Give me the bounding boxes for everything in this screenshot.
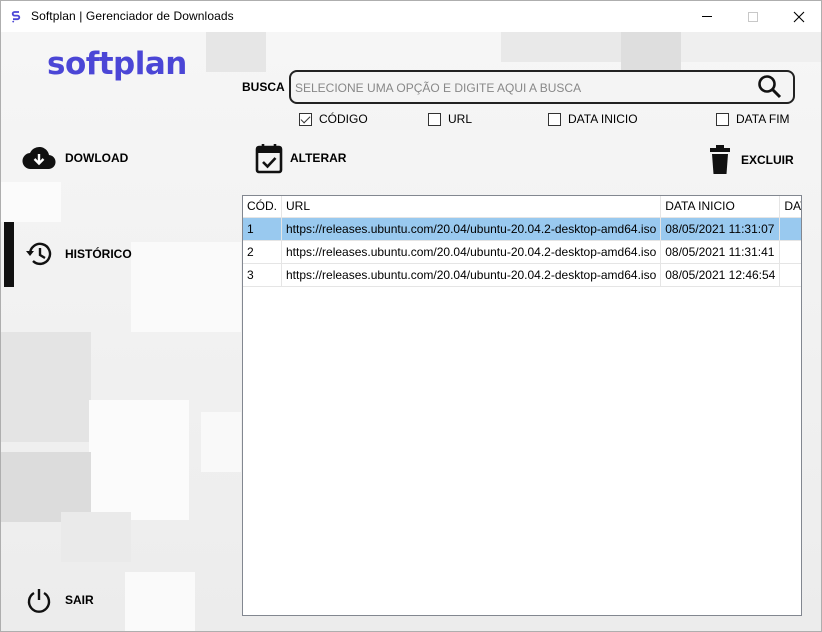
- calendar-check-icon: [254, 142, 284, 174]
- app-window: Softplan | Gerenciador de Downloads soft…: [0, 0, 822, 632]
- nav-download-label: DOWLOAD: [65, 151, 129, 165]
- cloud-download-icon: [21, 143, 57, 173]
- column-header-codigo[interactable]: CÓD.: [243, 196, 282, 218]
- minimize-button[interactable]: [684, 1, 730, 32]
- cell-data-fim: [779, 217, 801, 241]
- nav-history-button[interactable]: HISTÓRICO: [21, 239, 132, 269]
- cell-data-fim: [779, 240, 801, 264]
- background-tile: [1, 332, 91, 442]
- search-icon: [758, 75, 782, 99]
- title-bar: Softplan | Gerenciador de Downloads: [1, 1, 821, 32]
- background-tile: [61, 512, 131, 562]
- column-header-data-fim[interactable]: DATA FIM: [779, 196, 801, 218]
- nav-exit-label: SAIR: [65, 593, 94, 607]
- window-title: Softplan | Gerenciador de Downloads: [31, 9, 234, 23]
- cell-data-inicio: 08/05/2021 11:31:41: [660, 240, 781, 264]
- filter-url-checkbox[interactable]: URL: [428, 112, 472, 126]
- history-icon: [21, 239, 57, 269]
- cell-url: https://releases.ubuntu.com/20.04/ubuntu…: [281, 263, 662, 287]
- cell-data-inicio: 08/05/2021 12:46:54: [660, 263, 781, 287]
- table-row[interactable]: 2 https://releases.ubuntu.com/20.04/ubun…: [243, 240, 801, 264]
- maximize-button[interactable]: [730, 1, 776, 32]
- background-tile: [131, 242, 241, 332]
- power-icon: [21, 585, 57, 615]
- app-logo-icon: [11, 11, 21, 23]
- column-header-data-inicio[interactable]: DATA INICIO: [660, 196, 781, 218]
- background-tile: [206, 32, 266, 72]
- close-button[interactable]: [776, 1, 821, 32]
- cell-data-inicio: 08/05/2021 11:31:07: [660, 217, 781, 241]
- downloads-table[interactable]: CÓD. URL DATA INICIO DATA FIM 1 https://…: [242, 195, 802, 616]
- filter-data-fim-label: DATA FIM: [736, 112, 790, 126]
- downloads-table-grid: CÓD. URL DATA INICIO DATA FIM 1 https://…: [243, 196, 801, 287]
- softplan-logo: softplan: [47, 46, 187, 82]
- search-button[interactable]: [755, 74, 785, 100]
- filter-codigo-checkbox[interactable]: CÓDIGO: [299, 112, 368, 126]
- column-header-url[interactable]: URL: [281, 196, 662, 218]
- close-icon: [793, 11, 805, 22]
- minimize-icon: [702, 16, 712, 17]
- background-tile: [501, 32, 621, 62]
- cell-data-fim: [779, 263, 801, 287]
- filter-url-label: URL: [448, 112, 473, 126]
- main-client-area: softplan DOWLOAD HISTÓRICO SAIR BUSCA SE…: [1, 32, 821, 631]
- trash-icon: [705, 144, 735, 176]
- nav-download-button[interactable]: DOWLOAD: [21, 143, 128, 173]
- alterar-label: ALTERAR: [290, 151, 347, 165]
- table-row[interactable]: 1 https://releases.ubuntu.com/20.04/ubun…: [243, 217, 801, 241]
- filter-codigo-label: CÓDIGO: [319, 112, 368, 126]
- filter-data-fim-checkbox[interactable]: DATA FIM: [716, 112, 790, 126]
- alterar-button[interactable]: ALTERAR: [254, 142, 346, 174]
- excluir-label: EXCLUIR: [741, 153, 794, 167]
- nav-active-indicator: [4, 222, 14, 287]
- cell-codigo: 3: [243, 263, 282, 287]
- cell-url: https://releases.ubuntu.com/20.04/ubuntu…: [281, 240, 662, 264]
- cell-codigo: 2: [243, 240, 282, 264]
- excluir-button[interactable]: EXCLUIR: [705, 144, 794, 176]
- background-tile: [89, 400, 189, 520]
- checkbox-box: [299, 112, 312, 126]
- checkbox-box: [716, 112, 729, 126]
- table-header-row: CÓD. URL DATA INICIO DATA FIM: [243, 196, 801, 218]
- background-tile: [125, 572, 195, 631]
- cell-url: https://releases.ubuntu.com/20.04/ubuntu…: [281, 217, 662, 241]
- filter-data-inicio-checkbox[interactable]: DATA INICIO: [548, 112, 638, 126]
- cell-codigo: 1: [243, 217, 282, 241]
- nav-history-label: HISTÓRICO: [65, 247, 132, 261]
- search-input[interactable]: [295, 78, 745, 98]
- table-row[interactable]: 3 https://releases.ubuntu.com/20.04/ubun…: [243, 263, 801, 287]
- background-tile: [1, 182, 61, 222]
- background-tile: [621, 32, 681, 72]
- nav-exit-button[interactable]: SAIR: [21, 585, 94, 615]
- search-label: BUSCA: [242, 80, 285, 94]
- maximize-icon: [748, 11, 758, 22]
- filter-data-inicio-label: DATA INICIO: [568, 112, 638, 126]
- search-box: [289, 70, 795, 104]
- background-tile: [681, 32, 821, 62]
- checkbox-box: [428, 112, 441, 126]
- checkbox-box: [548, 112, 561, 126]
- background-tile: [201, 412, 241, 472]
